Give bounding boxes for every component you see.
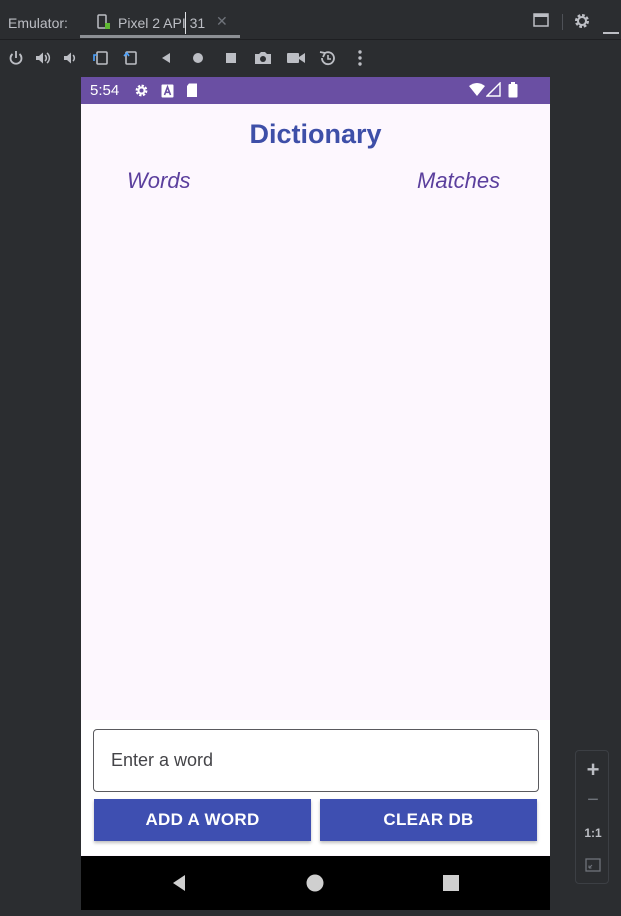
emulator-toolbar [0, 41, 621, 75]
more-icon[interactable] [353, 49, 371, 67]
nav-overview-icon[interactable] [442, 874, 460, 896]
zoom-controls: + − 1:1 [575, 750, 609, 884]
volume-up-icon[interactable] [34, 49, 52, 67]
snapshot-icon[interactable] [318, 49, 336, 67]
emulator-label: Emulator: [8, 15, 68, 31]
device-tab[interactable]: Pixel 2 API 31 ✕ [80, 6, 240, 38]
power-icon[interactable] [7, 49, 25, 67]
clear-db-button[interactable]: CLEAR DB [320, 799, 537, 841]
overview-icon[interactable] [224, 49, 242, 67]
words-list[interactable] [81, 197, 550, 717]
emulator-tab-bar: Emulator: Pixel 2 API 31 ✕ [0, 0, 621, 40]
signal-icon [485, 81, 502, 101]
video-icon[interactable] [286, 49, 305, 67]
back-icon[interactable] [159, 49, 177, 67]
words-column-header: Words [127, 168, 191, 193]
camera-icon[interactable] [254, 49, 272, 67]
gear-icon[interactable] [573, 12, 591, 34]
device-screen: 5:54 Dictionary Words Matches Enter a wo… [81, 77, 550, 910]
android-studio-emulator-window: Emulator: Pixel 2 API 31 ✕ 5:54 Dictiona… [0, 0, 621, 916]
wifi-icon [468, 82, 486, 101]
app-title: Dictionary [249, 119, 382, 149]
volume-down-icon[interactable] [62, 49, 80, 67]
device-tab-title: Pixel 2 API 31 [118, 15, 206, 31]
rotate-right-icon[interactable] [123, 49, 141, 67]
minimize-icon[interactable] [603, 20, 619, 39]
navigation-bar [81, 856, 550, 910]
battery-icon [508, 82, 518, 102]
phone-device-icon [97, 14, 111, 34]
home-icon[interactable] [191, 49, 209, 67]
rotate-left-icon[interactable] [90, 49, 108, 67]
window-mode-icon[interactable] [533, 12, 549, 32]
zoom-actual-size-button[interactable]: 1:1 [576, 826, 610, 840]
status-bar: 5:54 [81, 77, 550, 104]
divider [562, 14, 563, 30]
add-word-button[interactable]: ADD A WORD [94, 799, 311, 841]
accessibility-notification-icon [161, 83, 174, 102]
fit-screen-icon[interactable] [585, 857, 601, 878]
nav-home-icon[interactable] [306, 874, 324, 896]
nav-back-icon[interactable] [170, 874, 188, 896]
settings-notification-icon [134, 83, 149, 102]
zoom-out-button[interactable]: − [576, 789, 610, 812]
status-time: 5:54 [90, 82, 120, 99]
text-cursor [185, 12, 186, 34]
zoom-in-button[interactable]: + [576, 757, 610, 783]
matches-column-header: Matches [417, 168, 501, 193]
sd-card-icon [186, 83, 198, 102]
word-input[interactable] [93, 729, 539, 792]
close-tab-icon[interactable]: ✕ [216, 14, 228, 30]
